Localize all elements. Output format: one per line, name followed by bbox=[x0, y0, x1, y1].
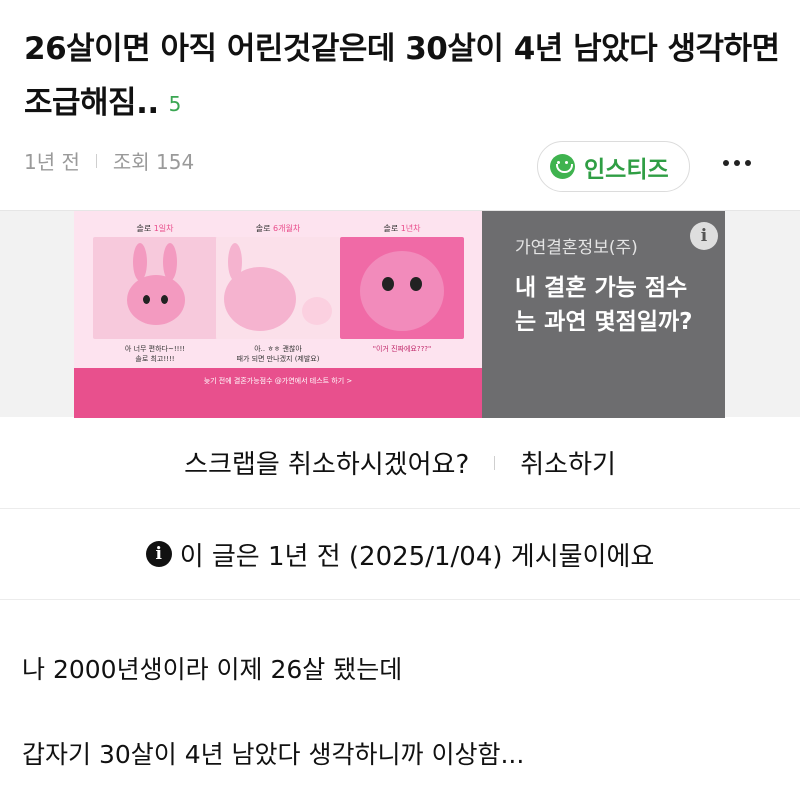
ad-panel-title: 솔로 1년차 bbox=[340, 223, 464, 237]
post-meta: 1년 전 조회 154 bbox=[24, 146, 194, 175]
post-views: 조회 154 bbox=[112, 150, 195, 174]
ad-advertiser: 가연결혼정보(주) bbox=[515, 238, 638, 258]
ad-text-panel[interactable]: 가연결혼정보(주) 내 결혼 가능 점수는 과연 몇점일까? i bbox=[482, 211, 725, 418]
post-time: 1년 전 bbox=[24, 150, 80, 174]
ad-image[interactable]: 솔로 1일차 아 너무 편하다~!!!! 솔로 최고!!!! 솔로 6개월차 아… bbox=[74, 211, 482, 418]
bunny-eye bbox=[161, 295, 168, 304]
more-icon[interactable] bbox=[723, 160, 751, 166]
post-body: 나 2000년생이라 이제 26살 됐는데 갑자기 30살이 4년 남았다 생각… bbox=[22, 653, 782, 772]
ad-panel-title-prefix: 솔로 bbox=[255, 224, 274, 233]
post-title-text: 26살이면 아직 어린것같은데 30살이 4년 남았다 생각하면 조급해짐.. bbox=[24, 31, 780, 121]
info-icon: i bbox=[145, 541, 172, 567]
post-header: 26살이면 아직 어린것같은데 30살이 4년 남았다 생각하면 조급해짐.. 5 bbox=[24, 22, 784, 131]
bunny-crying-image bbox=[340, 237, 464, 339]
ad-banner[interactable]: 솔로 1일차 아 너무 편하다~!!!! 솔로 최고!!!! 솔로 6개월차 아… bbox=[0, 210, 800, 418]
meta-divider bbox=[95, 153, 97, 168]
scrap-cancel-bar: 스크랩을 취소하시겠어요? 취소하기 bbox=[0, 417, 800, 509]
ad-panel-1year: 솔로 1년차 "이거 진짜에요???" bbox=[340, 223, 464, 378]
more-dot bbox=[745, 160, 751, 166]
bunny-head bbox=[127, 275, 185, 325]
post-age-notice: i 이 글은 1년 전 (2025/1/04) 게시물이에요 bbox=[0, 509, 800, 600]
bunny-eye bbox=[143, 295, 150, 304]
ad-footer-text: 늦기 전에 결혼가능점수 @가연에서 테스트 하기 > bbox=[203, 377, 353, 385]
comment-count[interactable]: 5 bbox=[169, 92, 182, 116]
ad-panel-title-prefix: 솔로 bbox=[136, 224, 154, 233]
ad-panel-title: 솔로 1일차 bbox=[93, 223, 217, 237]
bunny-ear bbox=[133, 243, 147, 281]
post-title: 26살이면 아직 어린것같은데 30살이 4년 남았다 생각하면 조급해짐.. 5 bbox=[24, 22, 784, 131]
scrap-question: 스크랩을 취소하시겠어요? bbox=[184, 450, 470, 480]
bunny-eye bbox=[410, 277, 422, 291]
notice-text: 이 글은 1년 전 (2025/1/04) 게시물이에요 bbox=[179, 541, 655, 572]
ad-panel-caption: "이거 진짜에요???" bbox=[372, 345, 432, 353]
ad-panel-6months: 솔로 6개월차 아.. ㅎㅎ 괜찮아 때가 되면 만나겠지 (제발요) bbox=[216, 223, 340, 378]
ad-panel-title-highlight: 1년차 bbox=[400, 224, 421, 233]
ad-image-footer: 늦기 전에 결혼가능점수 @가연에서 테스트 하기 > bbox=[74, 368, 482, 418]
ad-panel-title-highlight: 1일차 bbox=[153, 224, 174, 233]
ad-info-icon[interactable]: i bbox=[690, 222, 718, 250]
channel-name: 인스티즈 bbox=[584, 156, 669, 183]
ad-panel-title-highlight: 6개월차 bbox=[273, 224, 301, 233]
bunny-head bbox=[360, 251, 444, 331]
post-body-line: 나 2000년생이라 이제 26살 됐는데 bbox=[22, 655, 403, 684]
bunny-smile-image bbox=[216, 237, 340, 339]
ad-panel-title: 솔로 6개월차 bbox=[216, 223, 340, 237]
ad-panel-caption: 아.. ㅎㅎ 괜찮아 때가 되면 만나겠지 (제발요) bbox=[236, 345, 320, 363]
smile-icon bbox=[550, 154, 575, 179]
small-bunny bbox=[302, 297, 332, 325]
ad-panel-title-prefix: 솔로 bbox=[383, 224, 401, 233]
bunny-happy-image bbox=[93, 237, 217, 339]
ad-panel-day1: 솔로 1일차 아 너무 편하다~!!!! 솔로 최고!!!! bbox=[93, 223, 217, 378]
scrap-divider bbox=[494, 455, 496, 470]
bunny-eye bbox=[382, 277, 394, 291]
ad-headline: 내 결혼 가능 점수는 과연 몇점일까? bbox=[515, 275, 693, 335]
bunny-head bbox=[224, 267, 296, 331]
more-dot bbox=[723, 160, 729, 166]
channel-button[interactable]: 인스티즈 bbox=[537, 141, 690, 192]
scrap-cancel-button[interactable]: 취소하기 bbox=[520, 444, 616, 481]
post-body-line: 갑자기 30살이 4년 남았다 생각하니까 이상함... bbox=[22, 740, 525, 769]
ad-panel-caption: 아 너무 편하다~!!!! 솔로 최고!!!! bbox=[124, 345, 186, 363]
more-dot bbox=[734, 160, 740, 166]
